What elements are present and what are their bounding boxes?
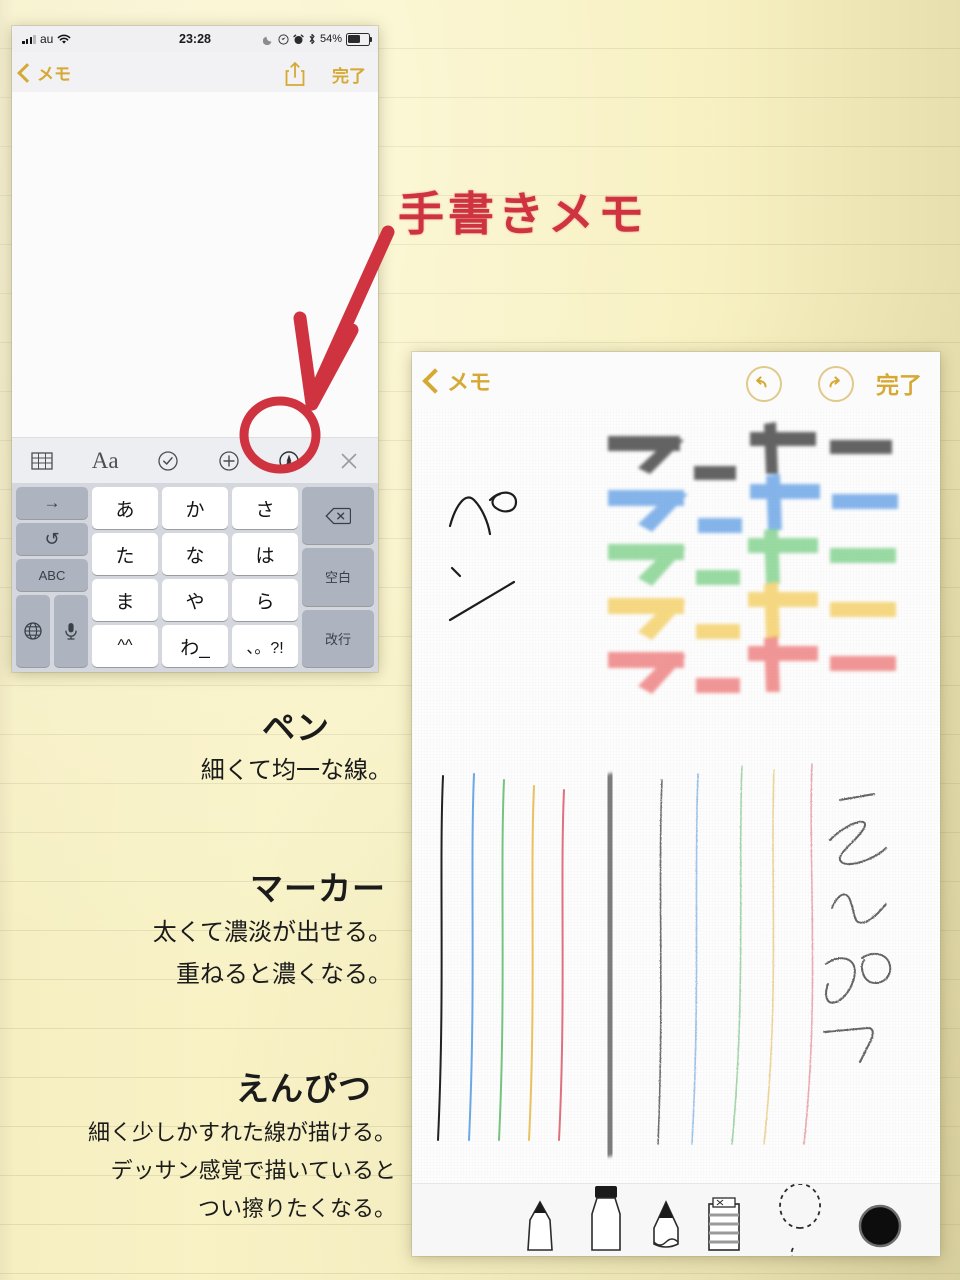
pen-tool-icon[interactable]	[527, 1200, 553, 1251]
key-wa[interactable]: わ_	[162, 625, 228, 667]
key-sa[interactable]: さ	[232, 487, 298, 529]
phone-screenshot-notes-keyboard: au 23:28 54% メモ 完了 Aa → ↺ ABC あ か さ た な …	[12, 26, 378, 672]
description-line: つい擦りたくなる。	[197, 1196, 396, 1221]
back-button[interactable]: メモ	[17, 60, 71, 85]
moon-icon	[262, 36, 272, 45]
key-ta[interactable]: た	[92, 533, 158, 575]
bluetooth-icon	[309, 33, 315, 45]
navigation-bar: メモ 完了	[12, 52, 378, 92]
table-icon[interactable]	[31, 451, 53, 471]
description-line: 細く少しかすれた線が描ける。	[87, 1120, 396, 1145]
key-undo[interactable]: ↺	[16, 523, 88, 555]
markup-pen-icon[interactable]	[278, 450, 300, 472]
color-swatch-black[interactable]	[858, 1204, 902, 1248]
key-ma[interactable]: ま	[92, 579, 158, 621]
redo-circle-icon[interactable]	[818, 366, 854, 402]
key-ha[interactable]: は	[232, 533, 298, 575]
japanese-keyboard[interactable]: → ↺ ABC あ か さ た な は ま や ら ^^ わ_ 、。?! 空白 …	[12, 483, 378, 672]
chevron-left-icon	[422, 368, 448, 394]
close-icon[interactable]	[339, 451, 359, 471]
share-icon[interactable]	[284, 61, 306, 87]
key-ka[interactable]: か	[162, 487, 228, 529]
notes-format-toolbar: Aa	[12, 437, 378, 484]
description-block-marker: マーカー 太くて濃淡が出せる。 重ねると濃くなる。	[0, 866, 400, 996]
status-bar: au 23:28 54%	[12, 26, 378, 52]
description-line: デッサン感覚で描いていると	[110, 1158, 396, 1183]
phone-screenshot-markup-canvas: メモ 完了	[412, 352, 940, 1256]
checklist-icon[interactable]	[157, 450, 179, 472]
pencil-tool-icon[interactable]	[653, 1200, 679, 1248]
back-label: メモ	[447, 370, 492, 395]
lasso-tool-icon[interactable]	[779, 1183, 821, 1256]
key-na[interactable]: な	[162, 533, 228, 575]
description-block-pencil: えんぴつ 細く少しかすれた線が描ける。 デッサン感覚で描いていると つい擦りたく…	[0, 1064, 400, 1228]
key-ya[interactable]: や	[162, 579, 228, 621]
description-heading: えんぴつ	[236, 1070, 372, 1107]
description-heading: マーカー	[250, 870, 386, 907]
microphone-icon[interactable]	[54, 595, 88, 667]
key-a[interactable]: あ	[92, 487, 158, 529]
back-label: メモ	[37, 65, 71, 84]
description-line: 細くて均一な線。	[200, 757, 392, 784]
done-button[interactable]: 完了	[876, 366, 922, 400]
markup-drawing-canvas[interactable]	[412, 408, 940, 1184]
battery-icon	[346, 32, 373, 46]
note-canvas[interactable]	[12, 92, 378, 437]
markup-tool-bar	[412, 1183, 940, 1256]
description-line: 太くて濃淡が出せる。	[152, 919, 392, 946]
undo-circle-icon[interactable]	[746, 366, 782, 402]
handwriting-strokes	[437, 422, 898, 1157]
key-emoticon[interactable]: ^^	[92, 625, 158, 667]
key-space[interactable]: 空白	[302, 548, 374, 606]
key-backspace[interactable]	[302, 487, 374, 545]
annotation-title: 手書きメモ	[398, 188, 648, 240]
description-line: 重ねると濃くなる。	[176, 961, 392, 988]
marker-tool-icon[interactable]	[591, 1186, 621, 1251]
key-globe-mic-pair	[16, 595, 88, 667]
globe-icon[interactable]	[16, 595, 50, 667]
description-block-pen: ペン 細くて均一な線。	[0, 706, 400, 792]
description-heading: ペン	[262, 709, 330, 746]
chevron-left-icon	[17, 62, 37, 83]
done-button[interactable]: 完了	[332, 62, 366, 87]
key-punctuation[interactable]: 、。?!	[232, 625, 298, 667]
location-icon	[278, 33, 289, 45]
key-arrow-right[interactable]: →	[16, 487, 88, 519]
key-ra[interactable]: ら	[232, 579, 298, 621]
add-attachment-icon[interactable]	[218, 450, 240, 472]
alarm-clock-icon	[293, 34, 304, 44]
back-button[interactable]: メモ	[422, 365, 492, 397]
markup-navigation-bar: メモ 完了	[412, 352, 940, 408]
eraser-tool-icon[interactable]	[708, 1197, 740, 1251]
key-enter[interactable]: 改行	[302, 609, 374, 667]
format-text-icon[interactable]: Aa	[92, 448, 119, 474]
battery-percent-label: 54%	[319, 33, 342, 45]
key-abc[interactable]: ABC	[16, 559, 88, 591]
